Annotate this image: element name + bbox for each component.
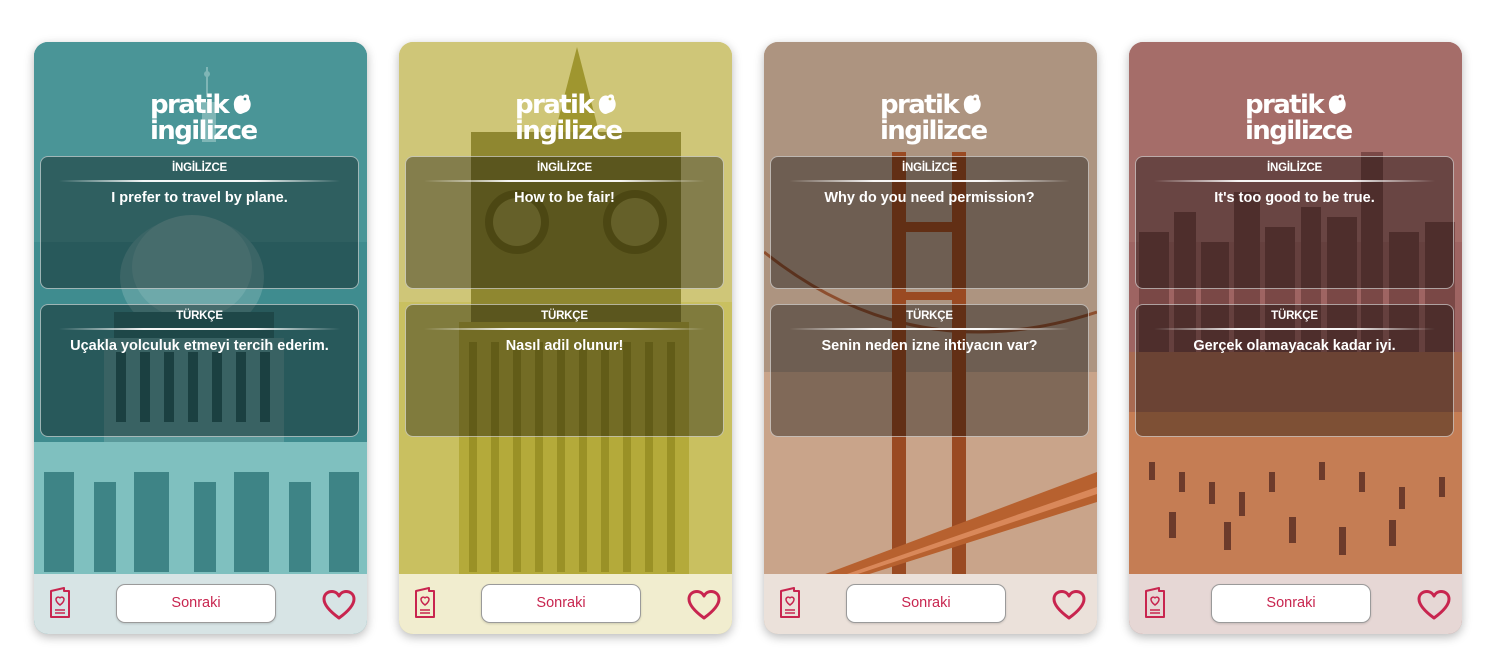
bottom-bar: Sonraki <box>399 574 732 634</box>
turkish-sentence: Uçakla yolculuk etmeyi tercih ederim. <box>70 338 329 354</box>
heart-icon[interactable] <box>1052 590 1086 620</box>
turkish-sentence: Gerçek olamayacak kadar iyi. <box>1193 338 1396 354</box>
english-label: İNGİLİZCE <box>171 162 228 174</box>
english-sentence: I prefer to travel by plane. <box>111 190 288 206</box>
logo-line-1: pratik <box>515 90 595 120</box>
logo-line-2: ingilizce <box>1245 116 1353 146</box>
turkish-panel: TÜRKÇE Nasıl adil olunur! <box>405 304 724 437</box>
logo-line-2: ingilizce <box>515 116 623 146</box>
english-sentence: How to be fair! <box>514 190 615 206</box>
turkish-panel: TÜRKÇE Senin neden izne ihtiyacın var? <box>770 304 1089 437</box>
phrase-card-3: pratik ingilizce İNGİLİZCE Why do you ne… <box>764 42 1097 634</box>
logo-line-1: pratik <box>150 90 230 120</box>
turkish-label: TÜRKÇE <box>1271 310 1318 322</box>
pratik-ingilizce-logo: pratik ingilizce <box>515 90 625 150</box>
next-button[interactable]: Sonraki <box>116 584 276 623</box>
english-panel: İNGİLİZCE Why do you need permission? <box>770 156 1089 289</box>
english-panel: İNGİLİZCE It's too good to be true. <box>1135 156 1454 289</box>
phrase-card-2: pratik ingilizce İNGİLİZCE How to be fai… <box>399 42 732 634</box>
bird-icon <box>598 94 616 114</box>
english-label: İNGİLİZCE <box>1266 162 1323 174</box>
divider <box>1154 180 1435 182</box>
bottom-bar: Sonraki <box>764 574 1097 634</box>
phone-screens-row: pratik ingilizce İNGİLİZCE I prefer to t… <box>0 0 1486 664</box>
logo-line-2: ingilizce <box>150 116 258 146</box>
bird-icon <box>1328 94 1346 114</box>
next-button[interactable]: Sonraki <box>1211 584 1371 623</box>
english-panel: İNGİLİZCE How to be fair! <box>405 156 724 289</box>
divider <box>59 180 340 182</box>
heart-card-icon[interactable] <box>413 587 437 619</box>
logo-line-1: pratik <box>880 90 960 120</box>
turkish-label: TÜRKÇE <box>541 310 588 322</box>
english-sentence: Why do you need permission? <box>824 190 1035 206</box>
turkish-sentence: Senin neden izne ihtiyacın var? <box>821 338 1038 354</box>
heart-card-icon[interactable] <box>48 587 72 619</box>
divider <box>789 180 1070 182</box>
divider <box>1154 328 1435 330</box>
pratik-ingilizce-logo: pratik ingilizce <box>150 90 260 150</box>
turkish-panel: TÜRKÇE Gerçek olamayacak kadar iyi. <box>1135 304 1454 437</box>
phrase-card-4: pratik ingilizce İNGİLİZCE It's too good… <box>1129 42 1462 634</box>
pratik-ingilizce-logo: pratik ingilizce <box>880 90 990 150</box>
pratik-ingilizce-logo: pratik ingilizce <box>1245 90 1355 150</box>
english-panel: İNGİLİZCE I prefer to travel by plane. <box>40 156 359 289</box>
heart-icon[interactable] <box>687 590 721 620</box>
heart-card-icon[interactable] <box>778 587 802 619</box>
turkish-panel: TÜRKÇE Uçakla yolculuk etmeyi tercih ede… <box>40 304 359 437</box>
bird-icon <box>963 94 981 114</box>
bird-icon <box>233 94 251 114</box>
logo-line-1: pratik <box>1245 90 1325 120</box>
divider <box>424 180 705 182</box>
phrase-card-1: pratik ingilizce İNGİLİZCE I prefer to t… <box>34 42 367 634</box>
divider <box>789 328 1070 330</box>
logo-line-2: ingilizce <box>880 116 988 146</box>
heart-icon[interactable] <box>1417 590 1451 620</box>
turkish-sentence: Nasıl adil olunur! <box>505 338 624 354</box>
english-sentence: It's too good to be true. <box>1214 190 1375 206</box>
english-label: İNGİLİZCE <box>901 162 958 174</box>
bottom-bar: Sonraki <box>1129 574 1462 634</box>
bottom-bar: Sonraki <box>34 574 367 634</box>
next-button[interactable]: Sonraki <box>846 584 1006 623</box>
divider <box>424 328 705 330</box>
english-label: İNGİLİZCE <box>536 162 593 174</box>
turkish-label: TÜRKÇE <box>906 310 953 322</box>
heart-icon[interactable] <box>322 590 356 620</box>
turkish-label: TÜRKÇE <box>176 310 223 322</box>
divider <box>59 328 340 330</box>
next-button[interactable]: Sonraki <box>481 584 641 623</box>
heart-card-icon[interactable] <box>1143 587 1167 619</box>
